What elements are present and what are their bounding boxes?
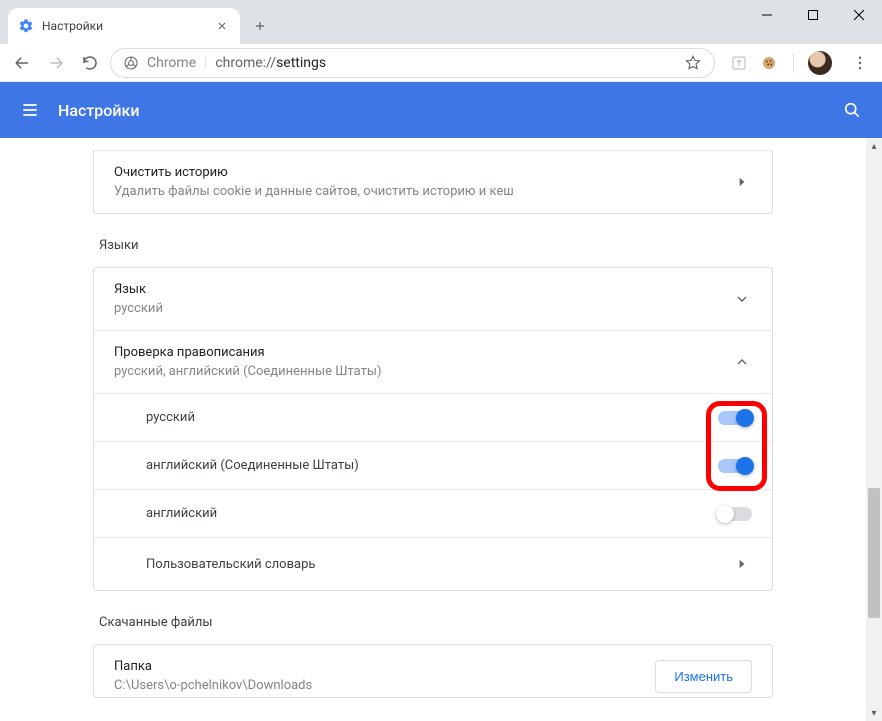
bookmark-star-icon[interactable] [684, 54, 702, 72]
omnibox-url: chrome://settings [215, 55, 326, 71]
window-close[interactable] [836, 0, 882, 30]
window-controls [744, 0, 882, 30]
clear-history-title: Очистить историю [114, 165, 732, 180]
browser-tab[interactable]: Настройки [8, 8, 240, 44]
languages-card: Язык русский Проверка правописания русск… [93, 267, 773, 591]
languages-section-label: Языки [99, 238, 773, 253]
spellcheck-item-label: русский [146, 410, 718, 425]
tab-title: Настройки [42, 19, 206, 33]
scroll-down-arrow-icon[interactable]: ▾ [866, 705, 882, 721]
browser-menu-icon[interactable] [846, 49, 874, 77]
menu-icon[interactable] [18, 98, 42, 122]
clear-history-row[interactable]: Очистить историю Удалить файлы cookie и … [94, 151, 772, 213]
nav-reload-button[interactable] [76, 49, 104, 77]
chevron-down-icon [732, 289, 752, 309]
vertical-scrollbar[interactable]: ▴ ▾ [866, 138, 882, 721]
address-bar[interactable]: Chrome | chrome://settings [110, 48, 715, 78]
downloads-card: Папка C:\Users\o-pchelnikov\Downloads Из… [93, 644, 773, 698]
chevron-right-icon [732, 554, 752, 574]
omnibox-chrome-label: Chrome [147, 55, 196, 71]
scroll-up-arrow-icon[interactable]: ▴ [866, 138, 882, 154]
spellcheck-language-list: русский английский (Соединенные Штаты) а… [94, 393, 772, 590]
extension-1-icon[interactable] [729, 53, 749, 73]
gear-icon [18, 18, 34, 34]
settings-content: Очистить историю Удалить файлы cookie и … [0, 138, 866, 721]
spellcheck-item-russian: русский [94, 394, 772, 442]
custom-dictionary-row[interactable]: Пользовательский словарь [94, 538, 772, 590]
extension-icons [721, 51, 840, 75]
new-tab-button[interactable] [246, 12, 274, 40]
browser-toolbar: Chrome | chrome://settings [0, 44, 882, 82]
language-row[interactable]: Язык русский [94, 268, 772, 330]
spellcheck-row-sub: русский, английский (Соединенные Штаты) [114, 364, 732, 379]
language-row-title: Язык [114, 282, 732, 297]
chevron-right-icon [732, 172, 752, 192]
profile-avatar[interactable] [808, 51, 832, 75]
spellcheck-item-label: английский [146, 506, 718, 521]
window-maximize[interactable] [790, 0, 836, 30]
window-minimize[interactable] [744, 0, 790, 30]
toggle-russian[interactable] [718, 411, 752, 425]
toggle-english-us[interactable] [718, 459, 752, 473]
spellcheck-item-english: английский [94, 490, 772, 538]
language-row-sub: русский [114, 301, 732, 316]
spellcheck-item-label: английский (Соединенные Штаты) [146, 458, 718, 473]
chevron-up-icon [732, 352, 752, 372]
tab-close-icon[interactable] [214, 18, 230, 34]
header-title: Настройки [58, 101, 139, 120]
downloads-folder-row: Папка C:\Users\o-pchelnikov\Downloads Из… [94, 645, 772, 697]
change-folder-button[interactable]: Изменить [655, 660, 752, 693]
chrome-icon [123, 55, 139, 71]
window-titlebar: Настройки [0, 0, 882, 44]
extension-2-icon[interactable] [759, 53, 779, 73]
downloads-folder-path: C:\Users\o-pchelnikov\Downloads [114, 678, 655, 693]
scrollbar-thumb[interactable] [868, 488, 880, 618]
toggle-english[interactable] [718, 507, 752, 521]
downloads-folder-title: Папка [114, 659, 655, 674]
nav-back-button[interactable] [8, 49, 36, 77]
spellcheck-row[interactable]: Проверка правописания русский, английски… [94, 331, 772, 393]
search-icon[interactable] [840, 98, 864, 122]
settings-header: Настройки [0, 82, 882, 138]
spellcheck-item-english-us: английский (Соединенные Штаты) [94, 442, 772, 490]
privacy-card: Очистить историю Удалить файлы cookie и … [93, 150, 773, 214]
spellcheck-row-title: Проверка правописания [114, 345, 732, 360]
clear-history-sub: Удалить файлы cookie и данные сайтов, оч… [114, 184, 732, 199]
downloads-section-label: Скачанные файлы [99, 615, 773, 630]
custom-dictionary-label: Пользовательский словарь [146, 557, 732, 572]
nav-forward-button[interactable] [42, 49, 70, 77]
